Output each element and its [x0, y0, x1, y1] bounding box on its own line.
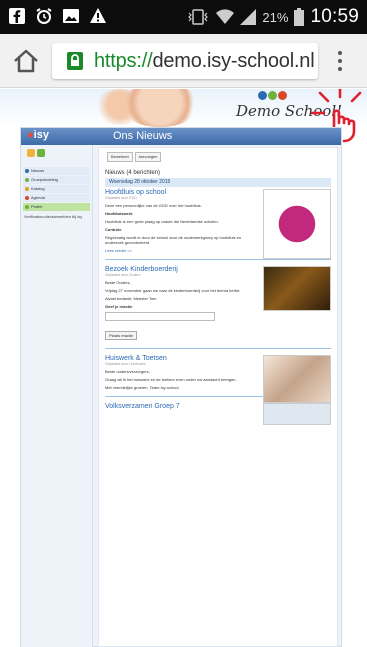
article-image-lice	[263, 189, 331, 259]
article-text: Deze een persoonlijke van de GGD over he…	[105, 203, 202, 208]
battery-icon	[294, 8, 305, 26]
overflow-menu-button[interactable]	[333, 48, 347, 76]
site-frame: ●isy Ons Nieuws Nieuws Groepsindeling Ka…	[20, 127, 342, 647]
settings-icon[interactable]	[27, 149, 35, 157]
date-heading: Woensdag 28 oktober 2015	[105, 178, 331, 187]
site-header: ●isy Ons Nieuws	[21, 128, 341, 145]
news-article: Bezoek Kinderboerderij Geplaatst door Ou…	[105, 266, 331, 342]
article-text: Graag wil ik het huiswerk en de toetsen …	[105, 377, 237, 382]
divider	[105, 348, 331, 349]
sidebar-item-nieuws[interactable]: Nieuws	[23, 167, 90, 175]
sidebar-item-profiel[interactable]: Profiel	[23, 203, 90, 211]
divider	[105, 259, 331, 260]
news-article: Volksverzamen Groep 7	[105, 403, 331, 425]
signal-icon	[240, 9, 257, 25]
news-article: Huiswerk & Toetsen Geplaatst door Leerkr…	[105, 355, 331, 403]
url-bar[interactable]: https://demo.isy-school.nl	[52, 43, 318, 79]
sidebar-item-agenda[interactable]: Agenda	[23, 194, 90, 202]
facebook-icon	[9, 8, 25, 24]
article-text: Regelmatig wordt er door de school door …	[105, 235, 242, 245]
edit-button[interactable]: Bewerken	[107, 152, 133, 162]
image-icon	[63, 9, 79, 23]
web-page: Demo School! ●isy Ons Nieuws Nieuws Groe…	[0, 89, 367, 647]
sidebar-icons	[27, 149, 86, 157]
url-text: https://demo.isy-school.nl	[94, 50, 315, 72]
article-text: Vrijdag 27 november gaan we naar de kind…	[105, 288, 241, 293]
article-text: Met vriendelijke groeten, Team Isy-schoo…	[105, 385, 179, 390]
article-text: Alvast bedankt, Meester Tom	[105, 296, 157, 301]
reply-input[interactable]	[105, 312, 215, 321]
warning-icon	[90, 8, 106, 23]
news-toolbar: Bewerken toevoegen	[107, 152, 329, 162]
home-icon[interactable]	[12, 48, 40, 74]
sidebar-note: Verificatiecode/aanmelden bij Isy	[24, 214, 83, 219]
status-bar: 21% 10:59	[0, 0, 367, 34]
article-text: Hoofdluis is een grote plaag op nature d…	[105, 219, 219, 224]
article-image-autumn	[263, 266, 331, 311]
sidebar-item-groepsindeling[interactable]: Groepsindeling	[23, 176, 90, 184]
article-text: Controle	[105, 227, 122, 232]
sidebar-item-katalog[interactable]: Katalog	[23, 185, 90, 193]
user-icon[interactable]	[37, 149, 45, 157]
article-image	[263, 403, 331, 425]
wifi-icon	[216, 9, 235, 24]
school-logo-dots	[258, 91, 287, 100]
lock-icon	[67, 52, 83, 70]
page-title: Ons Nieuws	[113, 130, 173, 142]
add-button[interactable]: toevoegen	[134, 152, 162, 162]
battery-percent: 21%	[262, 9, 289, 25]
clock: 10:59	[310, 6, 359, 27]
article-text: Beste Ouders,	[105, 280, 131, 285]
news-article: Hoofdluis op school Geplaatst door GGD D…	[105, 189, 331, 259]
alarm-icon	[36, 8, 52, 24]
browser-toolbar: https://demo.isy-school.nl	[0, 34, 367, 88]
sidebar-nav: Nieuws Groepsindeling Katalog Agenda Pro…	[23, 167, 90, 211]
article-text: Hoofdluiswerk	[105, 211, 133, 216]
article-text: Beste ouders/verzorgers,	[105, 369, 150, 374]
news-content: Bewerken toevoegen Nieuws (4 berichten) …	[98, 147, 338, 647]
reply-label: Geef je reactie	[105, 304, 133, 309]
vibrate-icon	[188, 9, 209, 25]
isy-logo[interactable]: ●isy	[27, 129, 49, 141]
submit-reply-button[interactable]: Plaats reactie	[105, 331, 138, 340]
site-sidebar: Nieuws Groepsindeling Katalog Agenda Pro…	[21, 145, 93, 647]
news-count-heading: Nieuws (4 berichten)	[105, 170, 161, 176]
article-image-homework	[263, 355, 331, 403]
